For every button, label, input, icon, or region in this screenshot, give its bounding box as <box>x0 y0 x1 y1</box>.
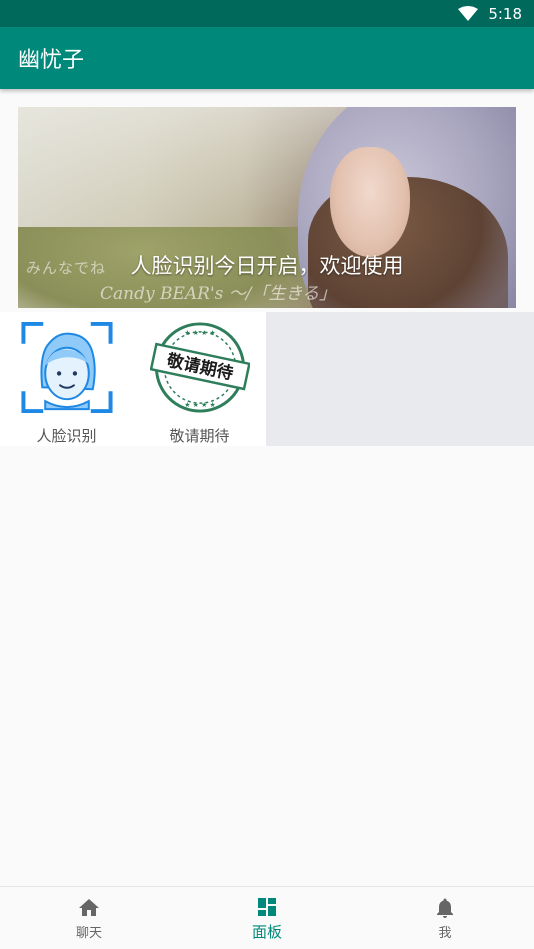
feature-coming-soon[interactable]: ★ ★ ★ ★ ★ ★ ★ ★ 敬请期待 敬请期待 <box>133 312 266 446</box>
nav-item-panel[interactable]: 面板 <box>178 887 356 949</box>
page-title: 幽忧子 <box>18 48 85 73</box>
feature-face-recognition[interactable]: 人脸识别 <box>0 312 133 446</box>
home-icon <box>79 898 99 916</box>
app-bar: 幽忧子 <box>0 27 534 89</box>
feature-label: 敬请期待 <box>169 427 230 445</box>
status-time: 5:18 <box>488 4 522 23</box>
nav-item-chat[interactable]: 聊天 <box>0 887 178 949</box>
nav-item-label: 聊天 <box>75 925 102 941</box>
svg-text:★ ★ ★ ★: ★ ★ ★ ★ <box>184 401 215 409</box>
coming-soon-stamp-icon: ★ ★ ★ ★ ★ ★ ★ ★ 敬请期待 <box>149 322 250 413</box>
bell-icon <box>437 898 453 918</box>
feature-grid: 人脸识别 ★ ★ ★ ★ ★ ★ ★ ★ 敬请期待 敬请期待 <box>0 312 534 446</box>
face-recognition-icon <box>20 321 113 414</box>
banner[interactable]: みんなでね Candy BEAR's ～/「生きる」 人脸识别今日开启，欢迎使用 <box>18 107 516 308</box>
feature-label: 人脸识别 <box>36 427 97 445</box>
nav-item-label: 我 <box>438 925 452 941</box>
dashboard-icon <box>258 897 276 916</box>
status-bar: 5:18 <box>0 0 534 27</box>
nav-item-label: 面板 <box>251 922 282 941</box>
banner-face <box>330 147 410 257</box>
wifi-icon <box>458 5 479 21</box>
nav-item-me[interactable]: 我 <box>356 887 534 949</box>
bottom-navigation: 聊天 面板 我 <box>0 886 534 949</box>
banner-caption: 人脸识别今日开启，欢迎使用 <box>130 254 404 278</box>
banner-watermark-logo: Candy BEAR's ～/「生きる」 <box>100 284 337 304</box>
svg-text:★ ★ ★ ★: ★ ★ ★ ★ <box>184 329 215 337</box>
